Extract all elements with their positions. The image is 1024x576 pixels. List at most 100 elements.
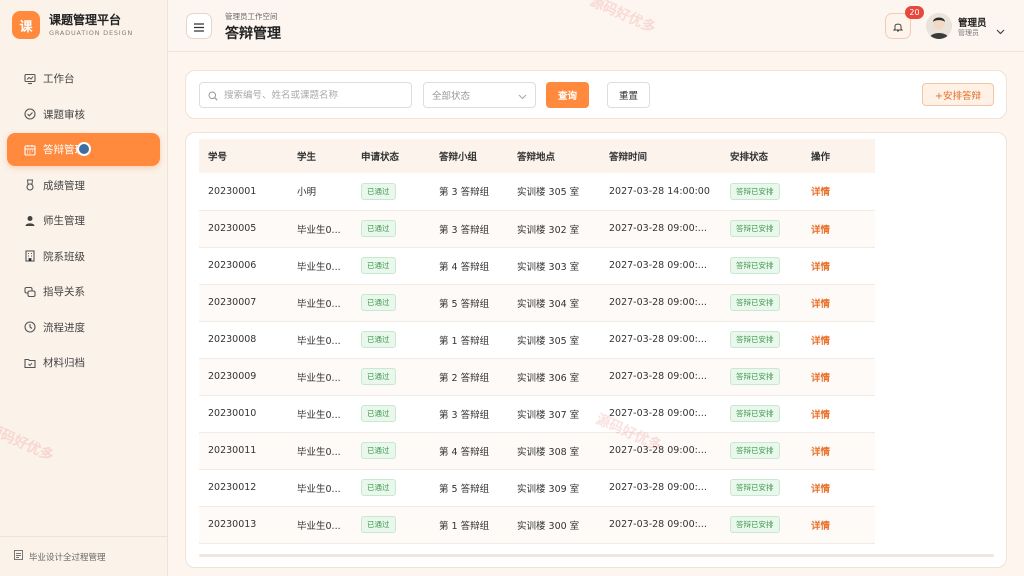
table-row[interactable]: 20230008 毕业生0... 已通过 第 1 答辩组 实训楼 305 室 2027-0… (199, 321, 875, 358)
table-row[interactable]: 20230011 毕业生0... 已通过 第 4 答辩组 实训楼 308 室 2027-0… (199, 432, 875, 469)
cell-action: 详情 (802, 395, 875, 432)
sidebar-item-guidance[interactable]: 指导关系 (7, 275, 160, 308)
cell-text: 毕业生0... (297, 446, 341, 458)
detail-link[interactable]: 详情 (811, 299, 830, 310)
sidebar-item-label: 课题审核 (43, 108, 85, 121)
defense-table-panel: 学号 学生 申请状态 答辩小组 答辩地点 答辩时间 安排状态 操作 20230001 小明 已通过… (185, 132, 1007, 568)
sidebar-item-dashboard[interactable]: 工作台 (7, 62, 160, 95)
cell-arrange: 答辩已安排 (721, 284, 802, 321)
cell-text: 第 3 答辩组 (439, 224, 490, 236)
sidebar-item-topic-review[interactable]: 课题审核 (7, 98, 160, 131)
table-row[interactable]: 20230005 毕业生0... 已通过 第 3 答辩组 实训楼 302 室 2027-0… (199, 210, 875, 247)
cell-text: 实训楼 308 室 (517, 446, 580, 458)
detail-link[interactable]: 详情 (811, 447, 830, 458)
status-select[interactable]: 全部状态 (423, 82, 536, 108)
cell-group: 第 3 答辩组 (430, 395, 508, 432)
detail-link[interactable]: 详情 (811, 484, 830, 495)
top-header: 管理员工作空间 答辩管理 20 管理员 管理员 (168, 0, 1024, 52)
cell-text: 第 3 答辩组 (439, 187, 490, 199)
arrange-status-tag: 答辩已安排 (730, 294, 780, 311)
cell-time: 2027-03-28 09:00:... (600, 321, 721, 358)
table-row[interactable]: 20230009 毕业生0... 已通过 第 2 答辩组 实训楼 306 室 2027-0… (199, 358, 875, 395)
cell-text: 实训楼 300 室 (517, 520, 580, 532)
sidebar-item-label: 工作台 (43, 73, 75, 85)
cell-action: 详情 (802, 284, 875, 321)
table-row[interactable]: 20230007 毕业生0... 已通过 第 5 答辩组 实训楼 304 室 2027-0… (199, 284, 875, 321)
detail-link[interactable]: 详情 (811, 410, 830, 421)
detail-link[interactable]: 详情 (811, 373, 830, 384)
search-box[interactable] (199, 82, 412, 108)
cell-text: 20230005 (208, 223, 257, 234)
horizontal-scrollbar[interactable] (199, 554, 994, 557)
cell-group: 第 2 答辩组 (430, 358, 508, 395)
detail-link[interactable]: 详情 (811, 225, 830, 236)
column-header: 答辩地点 (517, 152, 556, 163)
detail-link[interactable]: 详情 (811, 521, 830, 532)
apply-status-tag: 已通过 (361, 368, 396, 385)
cell-text: 毕业生0... (297, 335, 341, 347)
table-row[interactable]: 20230001 小明 已通过 第 3 答辩组 实训楼 305 室 2027-03-28 … (199, 173, 875, 210)
arrange-status-tag: 答辩已安排 (730, 479, 780, 496)
arrange-defense-button[interactable]: +安排答辩 (922, 83, 994, 106)
cell-text: 20230010 (208, 408, 257, 419)
cell-text: 毕业生0... (297, 409, 341, 421)
cell-apply: 已通过 (352, 432, 430, 469)
cell-text: 20230009 (208, 371, 257, 382)
sidebar-item-label: 流程进度 (43, 321, 85, 334)
sidebar-item-label: 材料归档 (43, 357, 85, 369)
sidebar-item-departments[interactable]: 院系班级 (7, 240, 160, 273)
cell-place: 实训楼 305 室 (508, 321, 600, 358)
reset-button[interactable]: 重置 (607, 82, 650, 108)
sidebar-item-users[interactable]: 师生管理 (7, 204, 160, 237)
sidebar-item-archive[interactable]: 材料归档 (7, 346, 160, 379)
sidebar-item-progress[interactable]: 流程进度 (7, 311, 160, 344)
cell-action: 详情 (802, 247, 875, 284)
cell-text: 2027-03-28 09:00:... (609, 408, 707, 419)
cell-arrange: 答辩已安排 (721, 321, 802, 358)
cell-text: 20230007 (208, 297, 257, 308)
cell-student: 毕业生0... (288, 432, 352, 469)
table-row[interactable]: 20230013 毕业生0... 已通过 第 1 答辩组 实训楼 300 室 2027-0… (199, 506, 875, 543)
cell-action: 详情 (802, 469, 875, 506)
cell-text: 实训楼 305 室 (517, 335, 580, 347)
table-row[interactable]: 20230012 毕业生0... 已通过 第 5 答辩组 实训楼 309 室 2027-0… (199, 469, 875, 506)
cell-apply: 已通过 (352, 469, 430, 506)
detail-link[interactable]: 详情 (811, 187, 830, 198)
cell-text: 2027-03-28 09:00:... (609, 519, 707, 530)
cell-apply: 已通过 (352, 358, 430, 395)
sidebar-item-grades[interactable]: 成绩管理 (7, 169, 160, 202)
query-button[interactable]: 查询 (546, 82, 589, 108)
detail-link[interactable]: 详情 (811, 262, 830, 273)
cell-apply: 已通过 (352, 210, 430, 247)
table-row[interactable]: 20230010 毕业生0... 已通过 第 3 答辩组 实训楼 307 室 2027-0… (199, 395, 875, 432)
chevron-down-icon[interactable] (996, 20, 1005, 39)
apply-status-tag: 已通过 (361, 220, 396, 237)
cell-apply: 已通过 (352, 173, 430, 210)
table-row[interactable]: 20230006 毕业生0... 已通过 第 4 答辩组 实训楼 303 室 2027-0… (199, 247, 875, 284)
detail-link[interactable]: 详情 (811, 336, 830, 347)
search-input[interactable] (224, 89, 404, 101)
avatar[interactable] (926, 13, 952, 39)
clock-icon (24, 321, 36, 333)
cell-apply: 已通过 (352, 395, 430, 432)
cell-text: 第 2 答辩组 (439, 372, 490, 384)
cell-time: 2027-03-28 09:00:... (600, 358, 721, 395)
cell-arrange: 答辩已安排 (721, 506, 802, 543)
table-header-row: 学号 学生 申请状态 答辩小组 答辩地点 答辩时间 安排状态 操作 (199, 139, 875, 173)
cell-id: 20230005 (199, 210, 288, 247)
user-icon (24, 215, 36, 227)
brand[interactable]: 课 课题管理平台 GRADUATION DESIGN (12, 11, 133, 39)
sidebar-item-defense[interactable]: 答辩管理 (7, 133, 160, 166)
menu-toggle-button[interactable] (186, 13, 212, 39)
sidebar-footer: 毕业设计全过程管理 (0, 536, 168, 576)
building-icon (24, 250, 36, 262)
cell-text: 实训楼 306 室 (517, 372, 580, 384)
cell-text: 第 5 答辩组 (439, 298, 490, 310)
cell-text: 20230001 (208, 185, 257, 197)
cell-group: 第 3 答辩组 (430, 210, 508, 247)
dashboard-icon (24, 73, 36, 85)
cell-place: 实训楼 308 室 (508, 432, 600, 469)
cell-text: 第 3 答辩组 (439, 409, 490, 421)
cell-text: 实训楼 302 室 (517, 224, 580, 236)
apply-status-tag: 已通过 (361, 294, 396, 311)
